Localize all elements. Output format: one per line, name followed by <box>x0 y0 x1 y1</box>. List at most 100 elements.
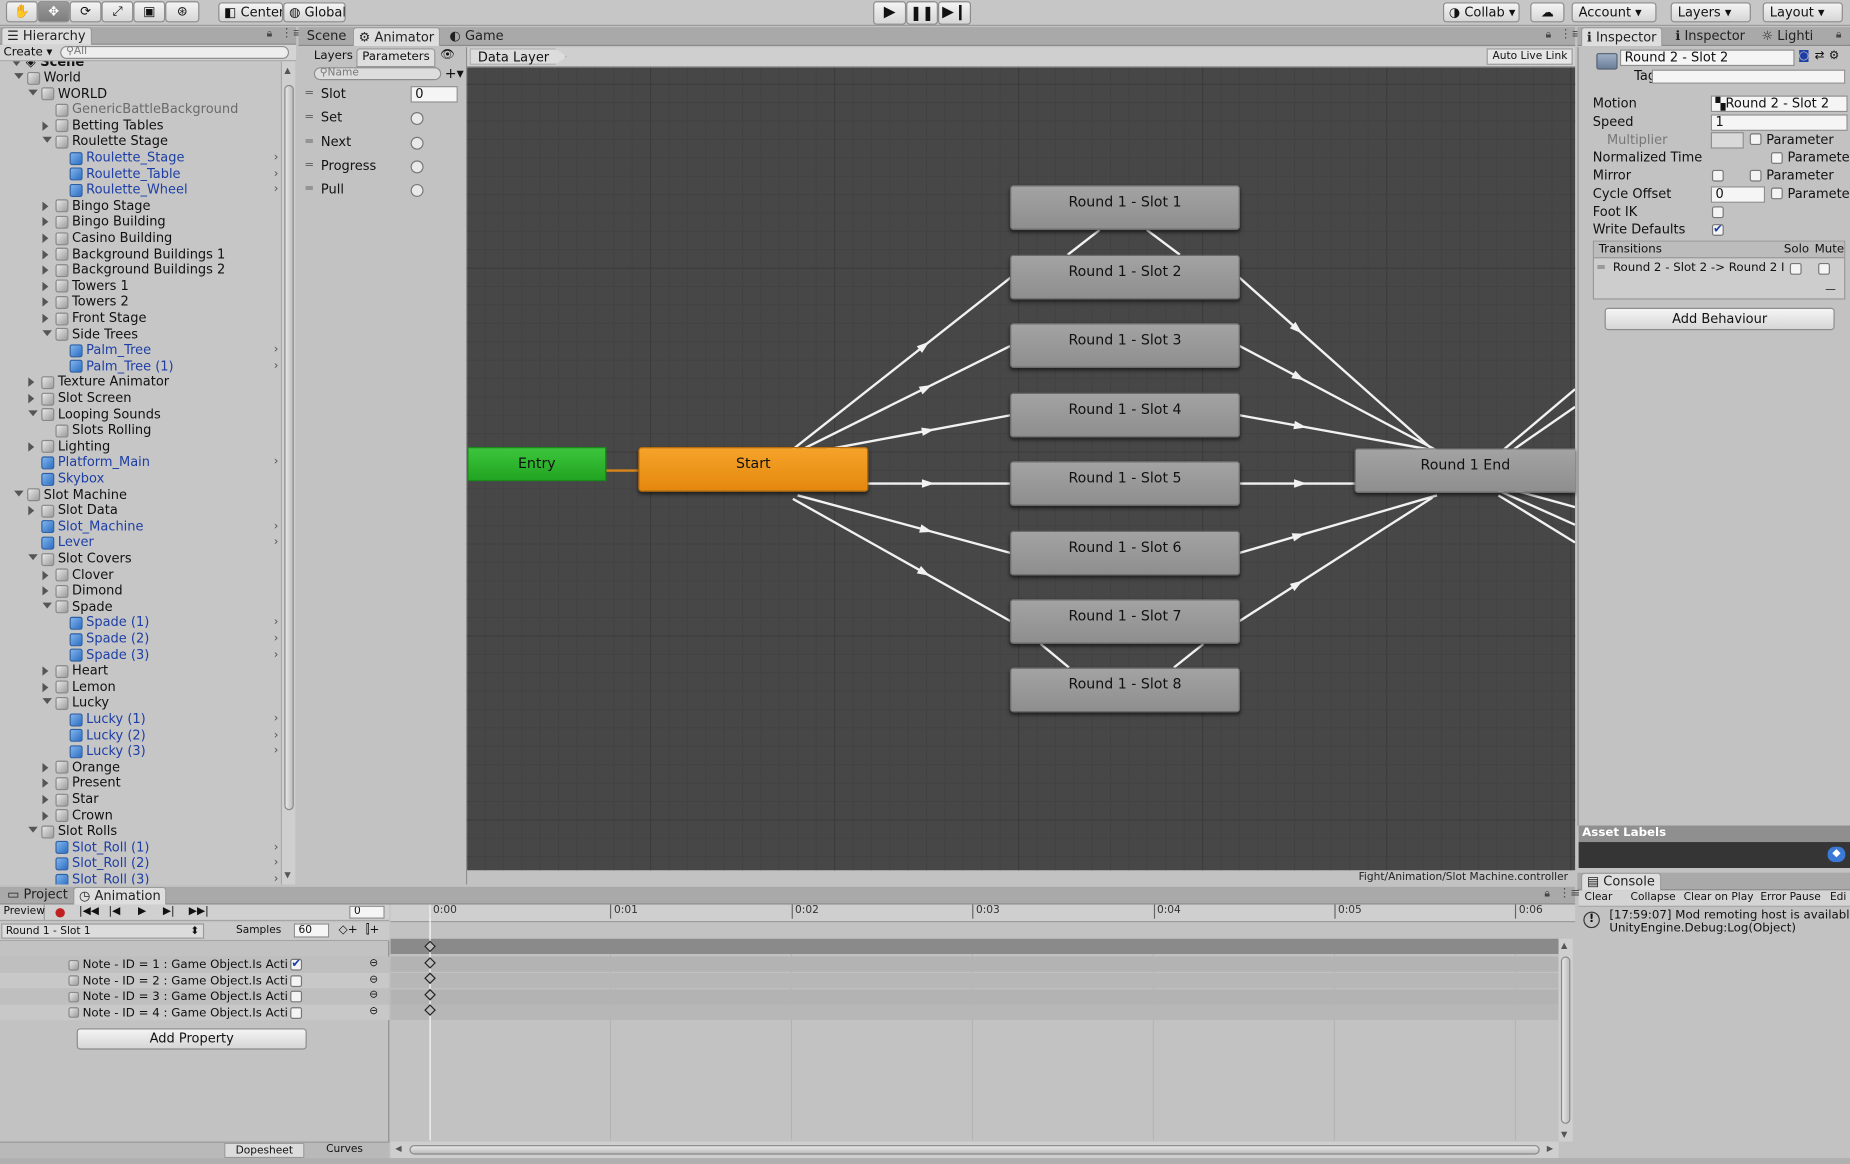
transition-start-slot-2[interactable] <box>792 276 1012 451</box>
hierarchy-item[interactable]: Spade <box>0 599 283 615</box>
hierarchy-item[interactable]: Towers 2 <box>0 294 283 310</box>
hierarchy-item[interactable]: Heart <box>0 663 283 679</box>
preview-toggle[interactable]: Preview <box>0 904 45 920</box>
lock-icon[interactable]: 🔒︎ <box>267 28 273 40</box>
expand-arrow-icon[interactable] <box>42 570 49 580</box>
hierarchy-item[interactable]: Looping Sounds <box>0 406 283 422</box>
hierarchy-item[interactable]: Lucky (1) › <box>0 711 283 727</box>
transition-start-slot-7[interactable] <box>792 497 1012 623</box>
parameter-row[interactable]: ═ Set <box>301 106 466 130</box>
hierarchy-item[interactable]: Front Stage <box>0 310 283 326</box>
chevron-right-icon[interactable]: › <box>274 519 279 535</box>
tab-hierarchy[interactable]: ☰ Hierarchy <box>1 27 92 45</box>
expand-arrow-icon[interactable] <box>28 506 35 516</box>
hierarchy-item[interactable]: Spade (2) › <box>0 631 283 647</box>
expand-arrow-icon[interactable] <box>42 586 49 596</box>
property-row[interactable]: Note - ID = 4 : Game Object.Is Acti ⊖ <box>0 1004 390 1021</box>
property-options-icon[interactable]: ⊖ <box>369 972 378 988</box>
property-options-icon[interactable]: ⊖ <box>369 956 378 972</box>
transition-solo-checkbox[interactable] <box>1789 262 1802 275</box>
expand-arrow-icon[interactable] <box>28 554 38 561</box>
hierarchy-item[interactable]: Texture Animator <box>0 374 283 390</box>
hierarchy-item[interactable]: Slot Screen <box>0 390 283 406</box>
state-slot-8[interactable]: Round 1 - Slot 8 <box>1009 667 1241 713</box>
hierarchy-item[interactable]: Skybox <box>0 471 283 487</box>
motion-field[interactable]: ▚Round 2 - Slot 2 <box>1710 95 1848 113</box>
property-row[interactable]: Note - ID = 1 : Game Object.Is Acti ✔ ⊖ <box>0 956 390 973</box>
state-name-field[interactable]: Round 2 - Slot 2 <box>1619 49 1795 67</box>
normalized-time-checkbox[interactable] <box>1770 152 1783 164</box>
multiplier-parameter-checkbox[interactable] <box>1749 133 1762 146</box>
cloud-button[interactable]: ☁ <box>1530 2 1565 23</box>
animation-menu-icon[interactable]: ⋮≡ <box>1559 887 1581 900</box>
eye-icon[interactable]: 👁︎ <box>440 48 455 61</box>
expand-arrow-icon[interactable] <box>42 682 49 693</box>
scroll-left-icon[interactable]: ◀ <box>395 1144 401 1153</box>
prev-key-icon[interactable]: |◀ <box>109 905 121 920</box>
chevron-right-icon[interactable]: › <box>274 535 279 551</box>
property-value-checkbox[interactable] <box>290 990 303 1003</box>
console-entry[interactable]: ! [17:59:07] Mod remoting host is availa… <box>1579 907 1850 940</box>
property-row[interactable]: Note - ID = 3 : Game Object.Is Acti ⊖ <box>0 988 390 1005</box>
state-round-1-end[interactable]: Round 1 End <box>1354 448 1576 493</box>
transition-start-slot-8[interactable] <box>1039 643 1070 669</box>
tab-inspector-1[interactable]: ℹ Inspector <box>1580 27 1663 46</box>
clip-dropdown[interactable]: Round 1 - Slot 1 ⬍ <box>1 923 205 939</box>
scene-root-row[interactable]: ◈ Scene <box>11 61 84 68</box>
hierarchy-item[interactable]: Dimond <box>0 583 283 599</box>
hierarchy-item[interactable]: Star <box>0 791 283 807</box>
hierarchy-item[interactable]: Lucky (3) › <box>0 743 283 759</box>
hierarchy-item[interactable]: Slot_Roll (3) › <box>0 872 283 885</box>
transition-mute-checkbox[interactable] <box>1818 262 1830 275</box>
scroll-up-icon[interactable]: ▲ <box>1561 941 1567 950</box>
expand-arrow-icon[interactable] <box>42 794 49 805</box>
chevron-right-icon[interactable]: › <box>274 855 279 871</box>
expand-arrow-icon[interactable] <box>42 201 49 211</box>
tab-parameters[interactable]: Parameters <box>356 48 436 68</box>
trigger-radio[interactable] <box>410 184 424 198</box>
hierarchy-item[interactable]: Bingo Stage <box>0 198 283 214</box>
collab-dropdown[interactable]: ◑ Collab ▾ <box>1442 2 1520 23</box>
chevron-right-icon[interactable]: › <box>274 150 279 166</box>
transition-slot-6-end[interactable] <box>1238 494 1438 555</box>
console-collapse-button[interactable]: Collapse <box>1631 890 1676 905</box>
add-property-button[interactable]: Add Property <box>76 1028 307 1050</box>
parameter-row[interactable]: ═ Next <box>301 130 466 154</box>
transition-slot-4-end[interactable] <box>1238 413 1442 453</box>
expand-arrow-icon[interactable] <box>28 409 38 416</box>
drag-handle-icon[interactable]: ═ <box>306 178 313 202</box>
mirror-parameter-checkbox[interactable] <box>1749 169 1762 182</box>
chevron-right-icon[interactable]: › <box>274 342 279 358</box>
expand-arrow-icon[interactable] <box>42 762 49 773</box>
add-parameter-icon[interactable]: +▾ <box>445 65 464 82</box>
hierarchy-item[interactable]: Roulette Stage <box>0 134 283 150</box>
first-key-icon[interactable]: |◀◀ <box>79 905 99 920</box>
scroll-down-icon[interactable]: ▼ <box>1561 1130 1567 1139</box>
property-value-checkbox[interactable] <box>290 974 303 987</box>
state-slot-5[interactable]: Round 1 - Slot 5 <box>1009 461 1241 506</box>
animation-lock-icon[interactable]: 🔒︎ <box>1544 888 1550 900</box>
hierarchy-item[interactable]: Lucky <box>0 695 283 711</box>
parameter-row[interactable]: ═ Progress <box>301 154 466 178</box>
hierarchy-item[interactable]: Platform_Main › <box>0 455 283 471</box>
expand-arrow-icon[interactable] <box>42 602 52 609</box>
step-button[interactable]: ▶❙ <box>937 1 972 25</box>
hierarchy-item[interactable]: Clover <box>0 567 283 583</box>
hierarchy-item[interactable]: Palm_Tree › <box>0 342 283 358</box>
hierarchy-item[interactable]: Orange <box>0 759 283 775</box>
hierarchy-item[interactable]: Slot Data <box>0 503 283 519</box>
add-behaviour-button[interactable]: Add Behaviour <box>1604 307 1835 331</box>
expand-arrow-icon[interactable] <box>28 826 38 833</box>
hierarchy-item[interactable]: Towers 1 <box>0 278 283 294</box>
hierarchy-scrollbar[interactable]: ▲ ▼ <box>280 61 295 885</box>
layers-dropdown[interactable]: Layers ▾ <box>1670 2 1751 23</box>
hierarchy-item[interactable]: Lighting <box>0 438 283 454</box>
chevron-right-icon[interactable]: › <box>274 647 279 663</box>
tab-dopesheet[interactable]: Dopesheet <box>224 1142 305 1159</box>
frame-field[interactable]: 0 <box>349 905 385 919</box>
expand-arrow-icon[interactable] <box>42 137 52 144</box>
add-keyframe-icon[interactable]: ◇+ <box>339 922 358 939</box>
transform-tool-icon[interactable]: ⊛ <box>165 1 200 23</box>
hierarchy-item[interactable]: Slot_Machine › <box>0 519 283 535</box>
transition-start-slot-1[interactable] <box>1067 229 1101 256</box>
